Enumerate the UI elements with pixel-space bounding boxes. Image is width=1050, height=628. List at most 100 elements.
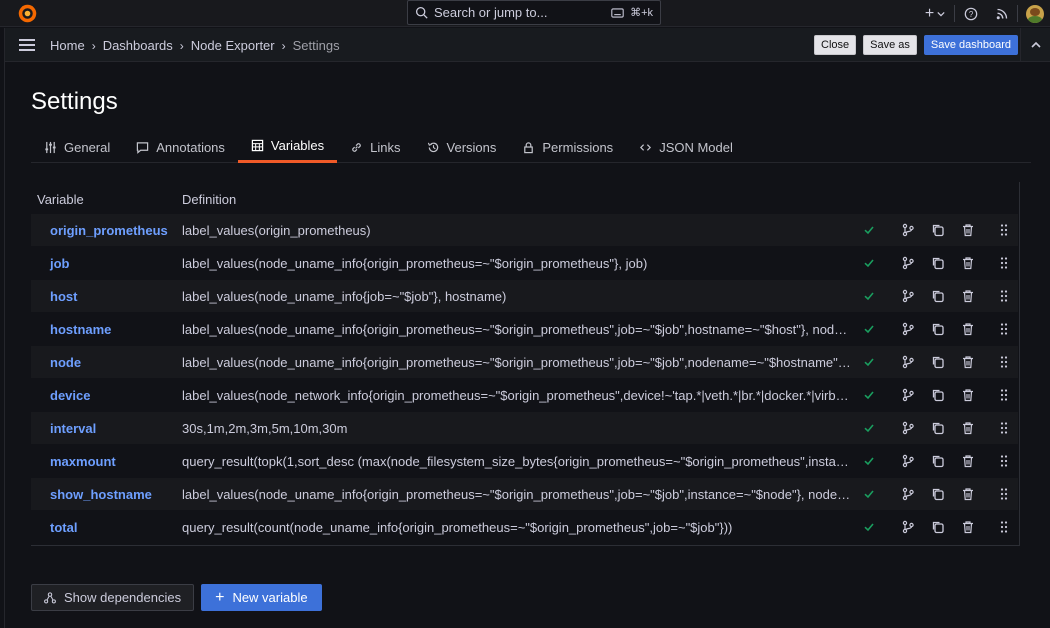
branch-icon[interactable] [901, 487, 915, 501]
variable-name-link[interactable]: interval [50, 421, 96, 436]
drag-handle-icon[interactable] [997, 289, 1011, 303]
trash-icon[interactable] [961, 355, 975, 369]
variable-definition: query_result(topk(1,sort_desc (max(node_… [182, 454, 852, 469]
branch-icon[interactable] [901, 289, 915, 303]
variables-table: Variable Definition origin_prometheuslab… [31, 182, 1020, 546]
drag-handle-icon[interactable] [997, 454, 1011, 468]
tab-links[interactable]: Links [337, 133, 413, 161]
trash-icon[interactable] [961, 454, 975, 468]
trash-icon[interactable] [961, 289, 975, 303]
table-header: Variable Definition [31, 182, 1018, 214]
drag-handle-icon[interactable] [997, 256, 1011, 270]
duplicate-icon[interactable] [931, 388, 945, 402]
variable-name-link[interactable]: hostname [50, 322, 111, 337]
show-dependencies-button[interactable]: Show dependencies [31, 584, 195, 611]
save-as-button[interactable]: Save as [863, 35, 917, 55]
trash-icon[interactable] [961, 487, 975, 501]
table-row: device label_values(node_network_info{ori… [31, 379, 1018, 411]
chevron-down-icon [937, 11, 945, 16]
variable-name-link[interactable]: job [50, 256, 70, 271]
column-header-variable: Variable [37, 192, 84, 207]
variable-definition: label_values(node_uname_info{origin_prom… [182, 322, 852, 337]
trash-icon[interactable] [961, 223, 975, 237]
collapse-button[interactable] [1020, 28, 1050, 62]
branch-icon[interactable] [901, 322, 915, 336]
duplicate-icon[interactable] [931, 289, 945, 303]
branch-icon[interactable] [901, 223, 915, 237]
chevron-right-icon: › [91, 38, 96, 53]
tab-versions[interactable]: Versions [414, 133, 510, 161]
duplicate-icon[interactable] [931, 256, 945, 270]
variable-name-link[interactable]: device [50, 388, 90, 403]
help-button[interactable]: ? [955, 0, 987, 27]
variable-name-link[interactable]: node [50, 355, 81, 370]
drag-handle-icon[interactable] [997, 322, 1011, 336]
duplicate-icon[interactable] [931, 355, 945, 369]
check-icon [862, 421, 876, 435]
duplicate-icon[interactable] [931, 454, 945, 468]
tab-general[interactable]: General [31, 133, 123, 161]
duplicate-icon[interactable] [931, 322, 945, 336]
branch-icon[interactable] [901, 421, 915, 435]
variable-definition: label_values(origin_prometheus) [182, 223, 371, 238]
duplicate-icon[interactable] [931, 421, 945, 435]
drag-handle-icon[interactable] [997, 223, 1011, 237]
tab-variables[interactable]: Variables [237, 133, 338, 163]
rss-icon [996, 8, 1008, 19]
search-icon [415, 6, 428, 19]
variable-definition: query_result(count(node_uname_info{origi… [182, 520, 733, 535]
column-header-definition: Definition [182, 192, 237, 207]
dashboard-navbar: Home › Dashboards › Node Exporter › Sett… [5, 28, 1050, 62]
breadcrumb-home[interactable]: Home [50, 38, 85, 53]
variable-definition: label_values(node_network_info{origin_pr… [182, 388, 852, 403]
footer-actions: Show dependencies + New variable [31, 584, 322, 611]
branch-icon[interactable] [901, 388, 915, 402]
comment-icon [137, 141, 149, 154]
branch-icon[interactable] [901, 355, 915, 369]
trash-icon[interactable] [961, 256, 975, 270]
tab-permissions[interactable]: Permissions [509, 133, 626, 161]
variable-name-link[interactable]: origin_prometheus [50, 223, 168, 238]
grafana-logo-icon[interactable] [17, 3, 38, 24]
check-icon [862, 355, 876, 369]
chevron-right-icon: › [281, 38, 286, 53]
breadcrumb-dashboard[interactable]: Node Exporter [191, 38, 275, 53]
new-variable-button[interactable]: + New variable [201, 584, 322, 611]
svg-text:?: ? [969, 10, 974, 19]
drag-handle-icon[interactable] [997, 355, 1011, 369]
drag-handle-icon[interactable] [997, 388, 1011, 402]
variable-name-link[interactable]: host [50, 289, 77, 304]
search-input[interactable]: Search or jump to... ⌘+k [407, 0, 661, 25]
duplicate-icon[interactable] [931, 487, 945, 501]
breadcrumb-dashboards[interactable]: Dashboards [103, 38, 173, 53]
branch-icon[interactable] [901, 256, 915, 270]
duplicate-icon[interactable] [931, 223, 945, 237]
tab-annotations[interactable]: Annotations [123, 133, 238, 161]
avatar[interactable] [1026, 4, 1044, 23]
save-dashboard-button[interactable]: Save dashboard [923, 35, 1018, 55]
branch-icon[interactable] [901, 520, 915, 534]
close-button[interactable]: Close [814, 35, 857, 55]
drag-handle-icon[interactable] [997, 421, 1011, 435]
code-icon [640, 143, 652, 151]
trash-icon[interactable] [961, 421, 975, 435]
variable-definition: label_values(node_uname_info{origin_prom… [182, 256, 648, 271]
variable-definition: label_values(node_uname_info{origin_prom… [182, 355, 852, 370]
trash-icon[interactable] [961, 520, 975, 534]
drag-handle-icon[interactable] [997, 520, 1011, 534]
menu-icon[interactable] [19, 39, 35, 51]
variable-name-link[interactable]: show_hostname [50, 487, 152, 502]
news-button[interactable] [987, 0, 1017, 27]
drag-handle-icon[interactable] [997, 487, 1011, 501]
keyboard-icon [611, 7, 624, 18]
show-dependencies-label: Show dependencies [64, 590, 182, 605]
variable-name-link[interactable]: total [50, 520, 77, 535]
tab-json-model[interactable]: JSON Model [626, 133, 746, 161]
duplicate-icon[interactable] [931, 520, 945, 534]
add-menu-button[interactable]: + [916, 0, 954, 27]
trash-icon[interactable] [961, 388, 975, 402]
branch-icon[interactable] [901, 454, 915, 468]
tab-label: JSON Model [659, 139, 733, 155]
trash-icon[interactable] [961, 322, 975, 336]
variable-name-link[interactable]: maxmount [50, 454, 116, 469]
